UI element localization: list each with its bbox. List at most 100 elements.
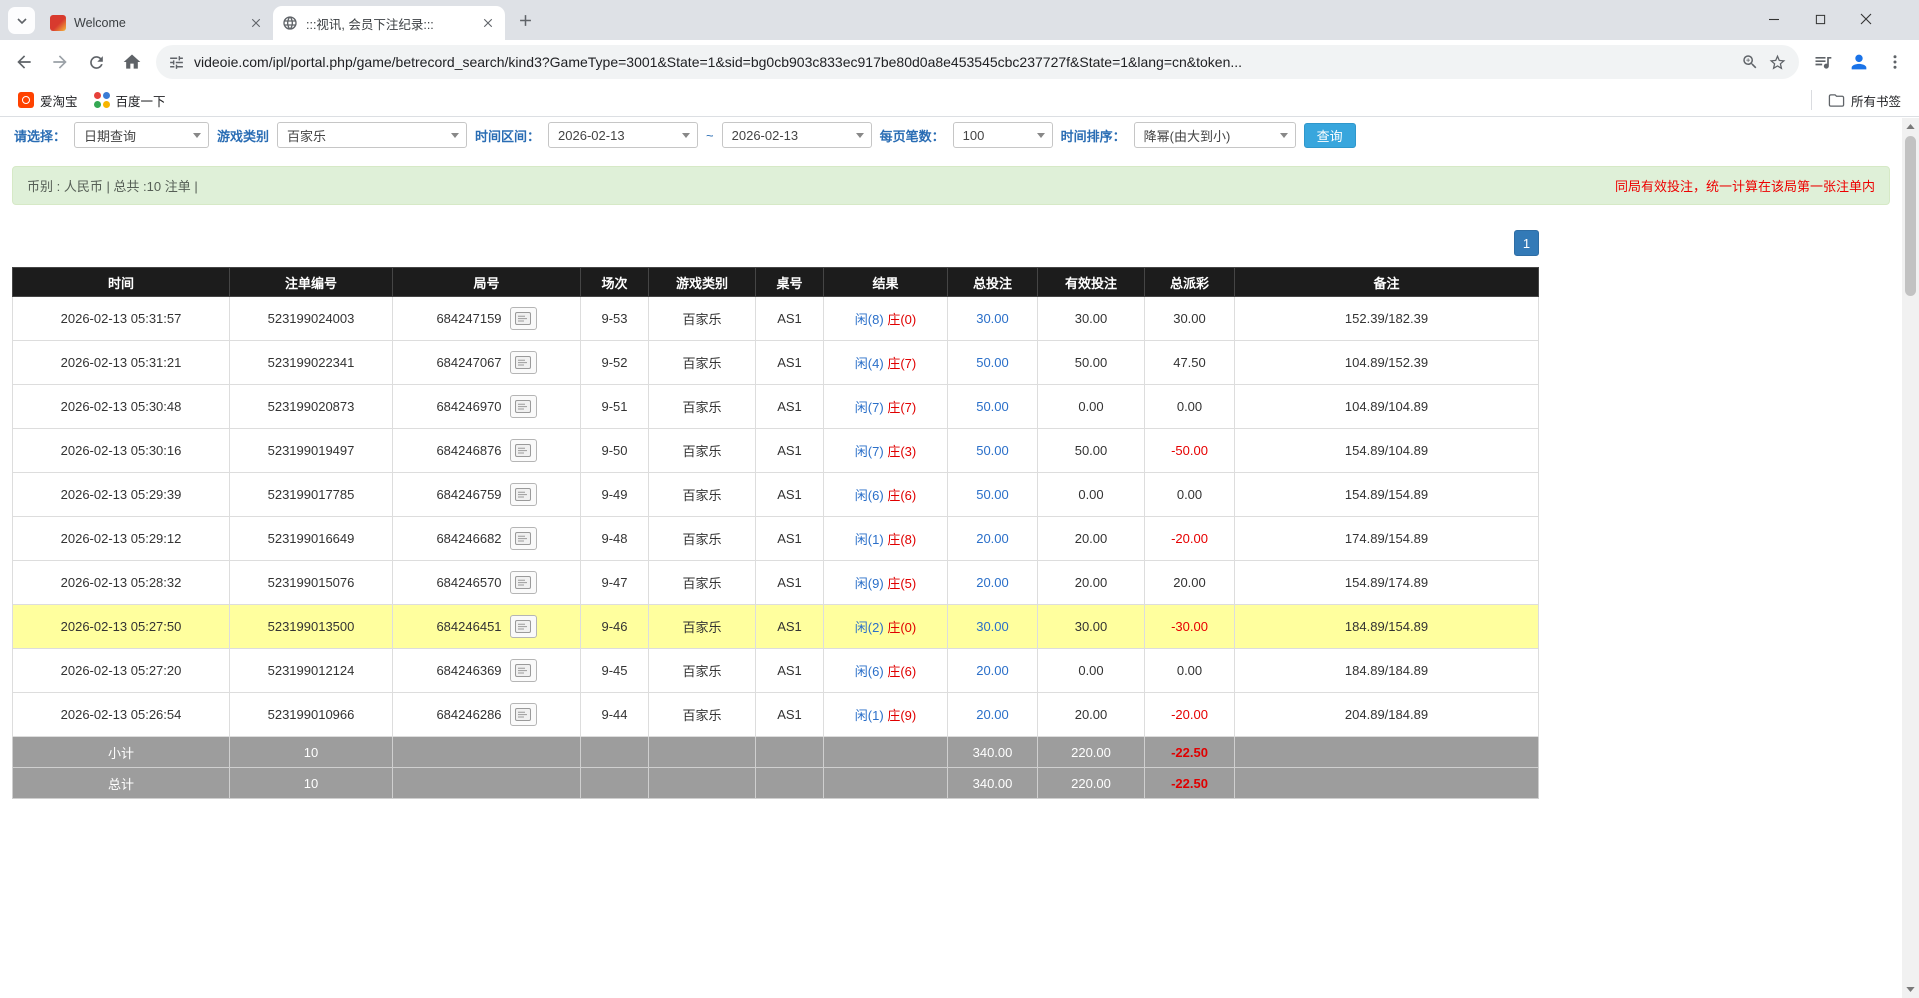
round-detail-button[interactable] [510,571,537,594]
bookmark-baidu[interactable]: 百度一下 [86,88,174,112]
browser-menu-button[interactable] [1878,45,1912,79]
total-bet-link[interactable]: 20.00 [976,531,1009,546]
scroll-down-button[interactable] [1902,981,1919,998]
cell-bet-id: 523199019497 [230,429,393,473]
home-button[interactable] [115,45,149,79]
range-separator: ~ [706,128,714,143]
page-size-label: 每页笔数： [880,126,945,145]
player-result: 闲(9) [855,576,884,591]
minimize-button[interactable] [1751,0,1797,38]
round-detail-button[interactable] [510,703,537,726]
round-detail-button[interactable] [510,307,537,330]
minimize-icon [1768,13,1780,25]
total-bet-link[interactable]: 20.00 [976,575,1009,590]
cell-game: 百家乐 [649,649,756,693]
tab-search-button[interactable] [8,7,35,34]
total-bet-link[interactable]: 30.00 [976,619,1009,634]
total-bet-link[interactable]: 30.00 [976,311,1009,326]
all-bookmarks-button[interactable]: 所有书签 [1820,88,1909,112]
browser-tab-active[interactable]: :::视讯, 会员下注纪录::: [273,6,505,40]
cell-total-bet: 50.00 [948,473,1038,517]
select-label: 请选择： [14,126,66,145]
tab-close-icon[interactable] [248,15,264,31]
browser-tab-welcome[interactable]: Welcome [41,6,273,40]
total-bet-link[interactable]: 50.00 [976,355,1009,370]
cell-bet-id: 523199024003 [230,297,393,341]
date-query-select[interactable]: 日期查询 [74,122,209,148]
scrollbar-thumb[interactable] [1905,136,1916,296]
round-record-icon [515,444,531,457]
bet-record-page: 请选择： 日期查询 游戏类别 百家乐 时间区间： 2026-02-13 ~ 20… [0,118,1902,998]
cell-time: 2026-02-13 05:29:39 [13,473,230,517]
summary-total-bet: 340.00 [948,737,1038,768]
total-bet-link[interactable]: 50.00 [976,443,1009,458]
cell-session: 9-44 [581,693,649,737]
total-bet-link[interactable]: 20.00 [976,707,1009,722]
cell-bet-id: 523199017785 [230,473,393,517]
triangle-up-icon [1906,124,1915,129]
round-detail-button[interactable] [510,351,537,374]
round-detail-button[interactable] [510,615,537,638]
page-size-select[interactable]: 100 [953,122,1053,148]
scroll-up-button[interactable] [1902,118,1919,135]
bookmark-label: 百度一下 [116,91,166,110]
page-number-button[interactable]: 1 [1514,230,1539,256]
round-detail-button[interactable] [510,395,537,418]
back-button[interactable] [7,45,41,79]
currency-summary: 币别 : 人民币 | 总共 :10 注单 | [27,176,198,195]
total-bet-link[interactable]: 20.00 [976,663,1009,678]
time-to-select[interactable]: 2026-02-13 [722,122,872,148]
total-bet-link[interactable]: 50.00 [976,487,1009,502]
table-header-row: 时间注单编号局号场次游戏类别桌号结果总投注有效投注总派彩备注 [13,268,1539,297]
reload-icon [87,53,106,72]
cell-note: 204.89/184.89 [1235,693,1539,737]
cell-result: 闲(1) 庄(9) [824,693,948,737]
sort-select[interactable]: 降幂(由大到小) [1134,122,1296,148]
cell-round: 684246451 [393,605,581,649]
banker-result: 庄(0) [887,620,916,635]
column-header: 时间 [13,268,230,297]
new-tab-button[interactable] [512,7,539,34]
forward-button[interactable] [43,45,77,79]
cell-round: 684246369 [393,649,581,693]
cell-table: AS1 [756,341,824,385]
cell-session: 9-49 [581,473,649,517]
close-window-button[interactable] [1843,0,1889,38]
bet-row: 2026-02-13 05:27:20523199012124684246369… [13,649,1539,693]
cell-payout: 0.00 [1145,649,1235,693]
query-button[interactable]: 查询 [1304,123,1356,148]
reload-button[interactable] [79,45,113,79]
bookmark-star-icon[interactable] [1768,53,1787,72]
bet-row: 2026-02-13 05:31:21523199022341684247067… [13,341,1539,385]
cell-note: 104.89/104.89 [1235,385,1539,429]
url-bar[interactable]: videoie.com/ipl/portal.php/game/betrecor… [156,45,1799,79]
round-detail-button[interactable] [510,483,537,506]
summary-valid-bet: 220.00 [1038,768,1145,799]
time-from-select[interactable]: 2026-02-13 [548,122,698,148]
tab-close-icon[interactable] [480,15,496,31]
vertical-scrollbar[interactable] [1902,118,1919,998]
round-detail-button[interactable] [510,527,537,550]
bet-row: 2026-02-13 05:28:32523199015076684246570… [13,561,1539,605]
maximize-button[interactable] [1797,0,1843,38]
filter-bar: 请选择： 日期查询 游戏类别 百家乐 时间区间： 2026-02-13 ~ 20… [0,118,1902,149]
cell-time: 2026-02-13 05:30:48 [13,385,230,429]
chevron-down-icon [1280,133,1288,138]
game-type-select[interactable]: 百家乐 [277,122,467,148]
cell-note: 154.89/154.89 [1235,473,1539,517]
bet-row: 2026-02-13 05:30:16523199019497684246876… [13,429,1539,473]
profile-avatar[interactable] [1842,45,1876,79]
cell-result: 闲(6) 庄(6) [824,649,948,693]
cell-valid-bet: 20.00 [1038,517,1145,561]
cell-session: 9-48 [581,517,649,561]
player-result: 闲(6) [855,488,884,503]
round-detail-button[interactable] [510,439,537,462]
media-controls-button[interactable] [1806,45,1840,79]
bookmark-taobao[interactable]: 爱淘宝 [10,88,86,112]
cell-payout: 20.00 [1145,561,1235,605]
zoom-icon[interactable] [1741,53,1759,71]
player-result: 闲(8) [855,312,884,327]
round-detail-button[interactable] [510,659,537,682]
total-bet-link[interactable]: 50.00 [976,399,1009,414]
bookmarks-bar: 爱淘宝 百度一下 所有书签 [0,84,1919,117]
